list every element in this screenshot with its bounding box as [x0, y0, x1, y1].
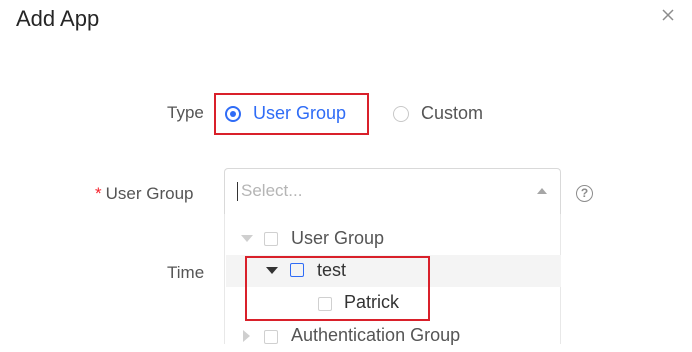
type-label: Type — [167, 103, 204, 122]
type-radio-custom[interactable]: Custom — [393, 103, 483, 124]
tree-node-user-group[interactable]: User Group — [226, 223, 561, 255]
dialog-title: Add App — [16, 6, 100, 31]
user-group-select[interactable]: Select... — [224, 168, 561, 214]
time-label: Time — [167, 263, 205, 282]
chevron-up-icon[interactable] — [537, 188, 547, 194]
radio-checked-icon — [225, 105, 241, 122]
tree-node-label: User Group — [291, 228, 385, 248]
collapsed-arrow-icon[interactable] — [243, 330, 250, 342]
required-mark: * — [95, 184, 102, 203]
radio-unchecked-icon — [393, 105, 409, 122]
user-group-select-placeholder: Select... — [241, 181, 303, 200]
user-group-label: * User Group — [95, 184, 194, 204]
text-cursor — [237, 182, 238, 201]
help-icon[interactable]: ? — [576, 185, 593, 202]
user-group-label-text: User Group — [105, 184, 194, 203]
annotation-highlight-test-group — [245, 256, 430, 321]
expand-arrow-icon[interactable] — [241, 235, 253, 242]
tree-node-authentication-group[interactable]: Authentication Group — [226, 320, 561, 352]
tree-node-label: Authentication Group — [291, 325, 461, 345]
tree-checkbox[interactable] — [264, 232, 278, 246]
type-radio-user-group-label: User Group — [253, 103, 347, 123]
type-radio-user-group[interactable]: User Group — [225, 103, 346, 124]
close-icon[interactable] — [657, 4, 679, 26]
tree-checkbox[interactable] — [264, 330, 278, 344]
type-radio-custom-label: Custom — [421, 103, 484, 123]
